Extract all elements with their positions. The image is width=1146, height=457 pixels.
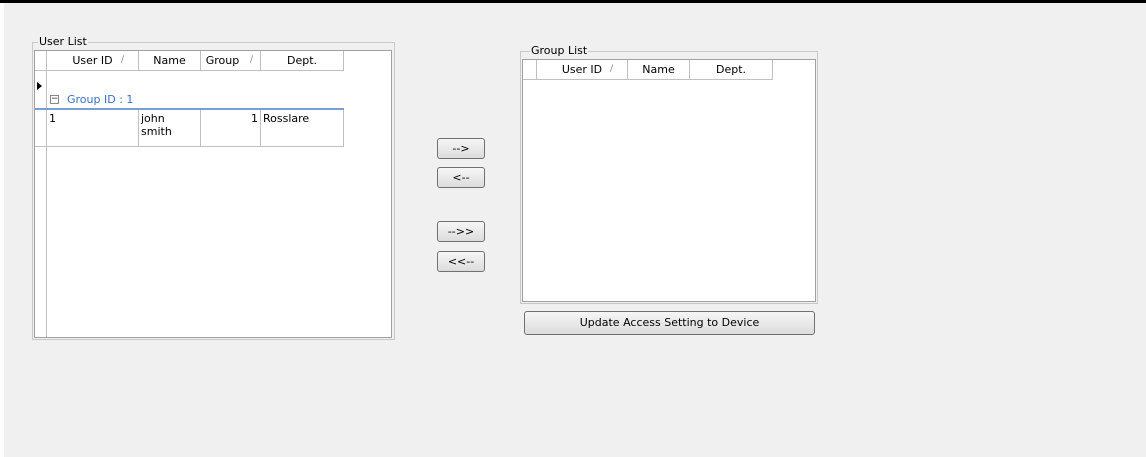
column-header-group[interactable]: Group /: [201, 51, 261, 70]
cell-name: john smith: [139, 110, 201, 146]
row-indicator-column: [35, 147, 47, 337]
header-indicator-cell: [523, 60, 537, 79]
group-list-grid[interactable]: User ID / Name Dept.: [522, 59, 816, 302]
column-header-dept[interactable]: Dept.: [690, 60, 773, 79]
move-left-button[interactable]: <--: [437, 167, 485, 188]
top-border: [0, 0, 1146, 3]
column-header-name[interactable]: Name: [628, 60, 690, 79]
sort-icon: /: [120, 55, 124, 65]
sort-icon: /: [249, 55, 253, 65]
group-header-label: Group ID : 1: [67, 93, 134, 106]
group-list-title: Group List: [530, 44, 589, 58]
group-row[interactable]: − Group ID : 1: [35, 71, 344, 110]
cell-group: 1: [201, 110, 261, 146]
group-list-header: User ID / Name Dept.: [523, 60, 773, 80]
current-row-arrow-icon: [37, 82, 42, 90]
collapse-icon[interactable]: −: [50, 95, 59, 104]
user-list-grid[interactable]: User ID / Name Group / Dept. − Group ID …: [34, 50, 392, 338]
column-header-name[interactable]: Name: [139, 51, 201, 70]
move-right-button[interactable]: -->: [437, 138, 485, 159]
column-header-user-id[interactable]: User ID /: [47, 51, 139, 70]
user-list-title: User List: [38, 35, 88, 49]
move-all-left-button[interactable]: <<--: [437, 251, 485, 272]
table-row[interactable]: 1 john smith 1 Rosslare: [35, 110, 344, 147]
user-list-header: User ID / Name Group / Dept.: [35, 51, 344, 71]
left-edge: [0, 3, 4, 457]
sort-icon: /: [609, 64, 613, 74]
row-indicator: [35, 110, 47, 146]
column-header-dept[interactable]: Dept.: [261, 51, 344, 70]
cell-dept: Rosslare: [261, 110, 344, 146]
update-access-setting-button[interactable]: Update Access Setting to Device: [524, 311, 815, 335]
row-indicator: [35, 71, 47, 108]
cell-user-id: 1: [47, 110, 139, 146]
header-indicator-cell: [35, 51, 47, 70]
column-header-user-id[interactable]: User ID /: [537, 60, 628, 79]
move-all-right-button[interactable]: -->>: [437, 221, 485, 242]
